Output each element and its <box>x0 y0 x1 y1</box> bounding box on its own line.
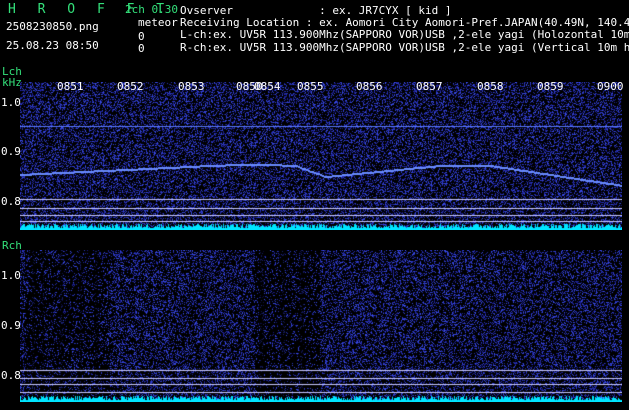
location-info: Receiving Location : ex. Aomori City Aom… <box>180 16 629 29</box>
meteor-count-rch: 0 <box>138 42 145 55</box>
lch-info: L-ch:ex. UV5R 113.900Mhz(SAPPORO VOR)USB… <box>180 28 629 41</box>
time-label: 0900 <box>597 80 624 93</box>
time-label: 0855 <box>297 80 324 93</box>
time-label: 0853 <box>178 80 205 93</box>
mode-label: 2ch 0.30 <box>125 3 178 16</box>
freq-label: 1.0 <box>1 269 21 282</box>
time-label: 0859 <box>537 80 564 93</box>
khz-label: kHz <box>2 76 22 89</box>
time-label: 0857 <box>416 80 443 93</box>
datetime: 25.08.23 08:50 <box>6 39 99 52</box>
observer-info: Ovserver : ex. JR7CYX [ kid ] <box>180 4 452 17</box>
hroft-display: H R O F F T 2ch 0.30 2508230850.png mete… <box>0 0 629 410</box>
time-label: 0856 <box>356 80 383 93</box>
freq-label: 0.8 <box>1 195 21 208</box>
time-label: 0851 <box>57 80 84 93</box>
rch-spectrogram <box>20 250 622 402</box>
meteor-count-lch: 0 <box>138 30 145 43</box>
freq-label: 0.9 <box>1 319 21 332</box>
freq-label: 1.0 <box>1 96 21 109</box>
freq-label: 0.9 <box>1 145 21 158</box>
rch-info: R-ch:ex. UV5R 113.900Mhz(SAPPORO VOR)USB… <box>180 41 629 54</box>
filename: 2508230850.png <box>6 20 99 33</box>
time-label: 0852 <box>117 80 144 93</box>
time-label: 0854 <box>254 80 281 93</box>
lch-spectrogram <box>20 82 622 230</box>
meteor-label: meteor <box>138 16 178 29</box>
freq-label: 0.8 <box>1 369 21 382</box>
rch-label: Rch <box>2 239 22 252</box>
time-label: 0858 <box>477 80 504 93</box>
